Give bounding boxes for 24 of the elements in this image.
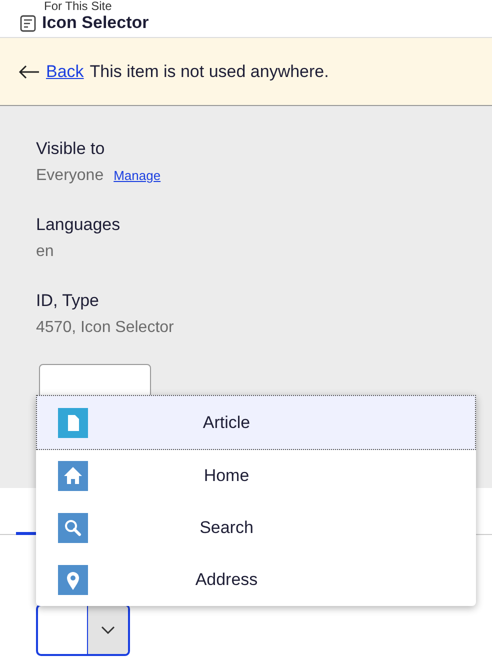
back-arrow-icon[interactable]	[18, 64, 40, 78]
chevron-down-icon[interactable]	[101, 626, 115, 634]
document-icon	[20, 14, 36, 32]
property-label: Visible to	[36, 138, 106, 160]
house-icon	[58, 461, 88, 491]
property-value: Everyone	[36, 166, 104, 186]
property-value: 4570, Icon Selector	[36, 318, 174, 338]
document-icon	[58, 408, 88, 438]
dropdown-option[interactable]: Search	[36, 502, 476, 554]
breadcrumb-link[interactable]: For This Site	[20, 0, 492, 13]
dropdown-option[interactable]: Address	[36, 554, 476, 606]
search-icon	[58, 513, 88, 543]
back-link[interactable]: Back	[46, 62, 84, 82]
notice-message: This item is not used anywhere.	[90, 62, 329, 82]
property-label: Languages	[36, 214, 122, 236]
location-pin-icon	[58, 565, 88, 595]
property-label: ID, Type	[36, 290, 100, 312]
icon-select[interactable]	[36, 604, 130, 656]
dropdown-option[interactable]: Home	[36, 450, 476, 502]
manage-link[interactable]: Manage	[114, 162, 161, 190]
button[interactable]	[39, 364, 151, 398]
property-value: en	[36, 242, 54, 262]
dropdown-option[interactable]: Article	[36, 395, 476, 450]
page-title: Icon Selector	[42, 13, 149, 33]
